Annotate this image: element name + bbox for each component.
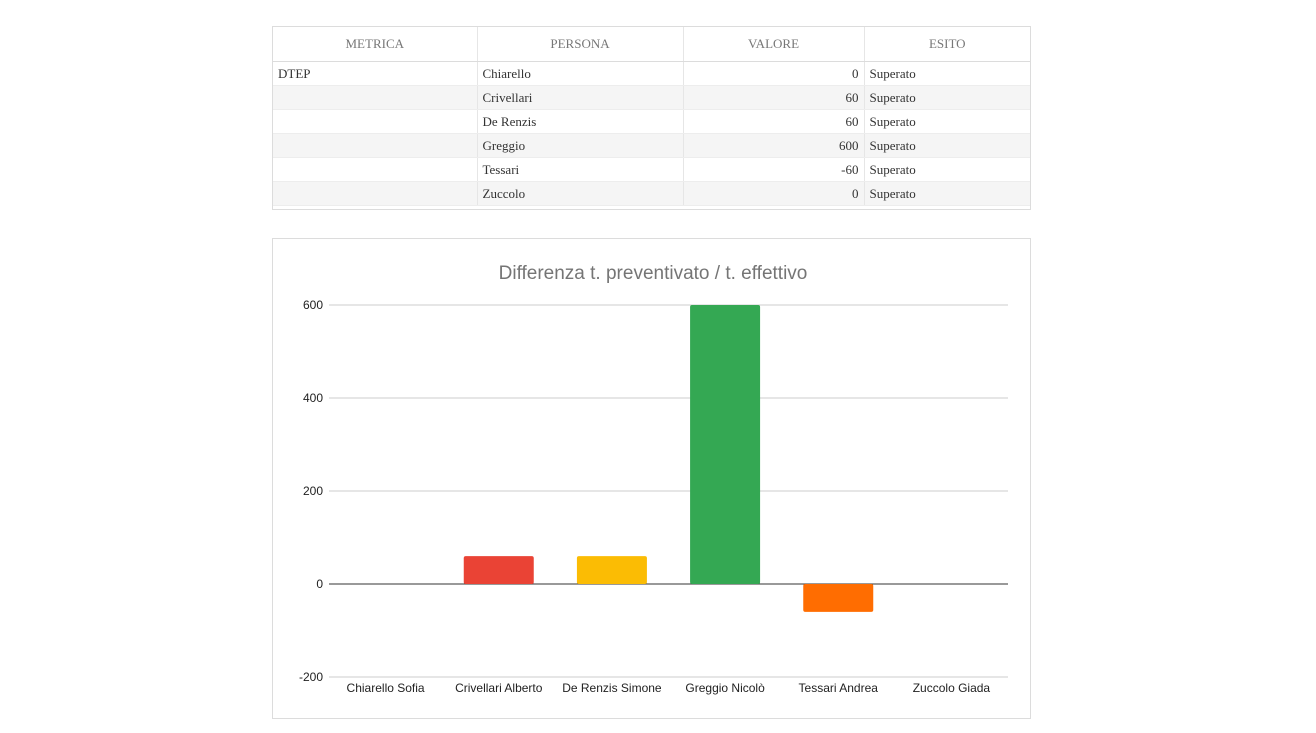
y-tick-label: 0: [316, 577, 323, 591]
table-row: Tessari -60 Superato: [273, 157, 1030, 182]
table-row: Crivellari 60 Superato: [273, 85, 1030, 110]
cell-metrica: [273, 157, 478, 182]
cell-esito: Superato: [864, 109, 1030, 134]
y-tick-label: -200: [299, 670, 323, 684]
chart-bars: Chiarello Sofia: 0Crivellari Alberto: 60…: [463, 305, 874, 612]
x-tick-label: Crivellari Alberto: [455, 681, 543, 695]
cell-metrica: [273, 181, 478, 206]
cell-valore: 60: [683, 109, 865, 134]
cell-metrica: [273, 133, 478, 158]
metrics-table-card: METRICA PERSONA VALORE ESITO DTEP Chiare…: [272, 26, 1031, 210]
x-tick-label: De Renzis Simone: [562, 681, 662, 695]
table-row: Zuccolo 0 Superato: [273, 181, 1030, 206]
x-tick-label: Chiarello Sofia: [347, 681, 425, 695]
bar-chart: Differenza t. preventivato / t. effettiv…: [299, 263, 1008, 695]
cell-esito: Superato: [864, 85, 1030, 110]
bar[interactable]: De Renzis Simone: 60: [576, 556, 647, 584]
table-row: DTEP Chiarello 0 Superato: [273, 61, 1030, 86]
cell-esito: Superato: [864, 181, 1030, 206]
cell-esito: Superato: [864, 157, 1030, 182]
bar[interactable]: Greggio Nicolò: 600: [690, 305, 761, 584]
cell-valore: 0: [683, 61, 865, 86]
header-metrica[interactable]: METRICA: [273, 27, 478, 62]
bar[interactable]: Crivellari Alberto: 60: [463, 556, 534, 584]
chart-card: Differenza t. preventivato / t. effettiv…: [272, 238, 1031, 719]
cell-persona: Chiarello: [477, 61, 684, 86]
y-tick-label: 200: [303, 484, 323, 498]
x-tick-label: Zuccolo Giada: [913, 681, 991, 695]
cell-esito: Superato: [864, 61, 1030, 86]
x-tick-label: Greggio Nicolò: [685, 681, 765, 695]
x-tick-label: Tessari Andrea: [799, 681, 879, 695]
metrics-table: METRICA PERSONA VALORE ESITO DTEP Chiare…: [273, 27, 1030, 206]
cell-metrica: [273, 109, 478, 134]
cell-metrica: DTEP: [273, 61, 478, 86]
header-valore[interactable]: VALORE: [683, 27, 865, 62]
y-axis-ticks: 600 400 200 0 -200: [299, 298, 323, 684]
chart-gridlines: [329, 304, 1008, 678]
y-tick-label: 400: [303, 391, 323, 405]
chart-title: Differenza t. preventivato / t. effettiv…: [499, 263, 808, 284]
header-esito[interactable]: ESITO: [864, 27, 1030, 62]
table-row: De Renzis 60 Superato: [273, 109, 1030, 134]
cell-metrica: [273, 85, 478, 110]
cell-valore: 0: [683, 181, 865, 206]
cell-esito: Superato: [864, 133, 1030, 158]
table-row: Greggio 600 Superato: [273, 133, 1030, 158]
x-axis-ticks: Chiarello Sofia Crivellari Alberto De Renz…: [347, 681, 991, 695]
header-persona[interactable]: PERSONA: [477, 27, 684, 62]
cell-valore: 60: [683, 85, 865, 110]
cell-persona: Tessari: [477, 157, 684, 182]
cell-persona: Greggio: [477, 133, 684, 158]
cell-persona: De Renzis: [477, 109, 684, 134]
cell-valore: -60: [683, 157, 865, 182]
y-tick-label: 600: [303, 298, 323, 312]
cell-valore: 600: [683, 133, 865, 158]
cell-persona: Zuccolo: [477, 181, 684, 206]
bar[interactable]: Tessari Andrea: -60: [803, 584, 874, 612]
cell-persona: Crivellari: [477, 85, 684, 110]
table-header-row: METRICA PERSONA VALORE ESITO: [273, 27, 1030, 62]
